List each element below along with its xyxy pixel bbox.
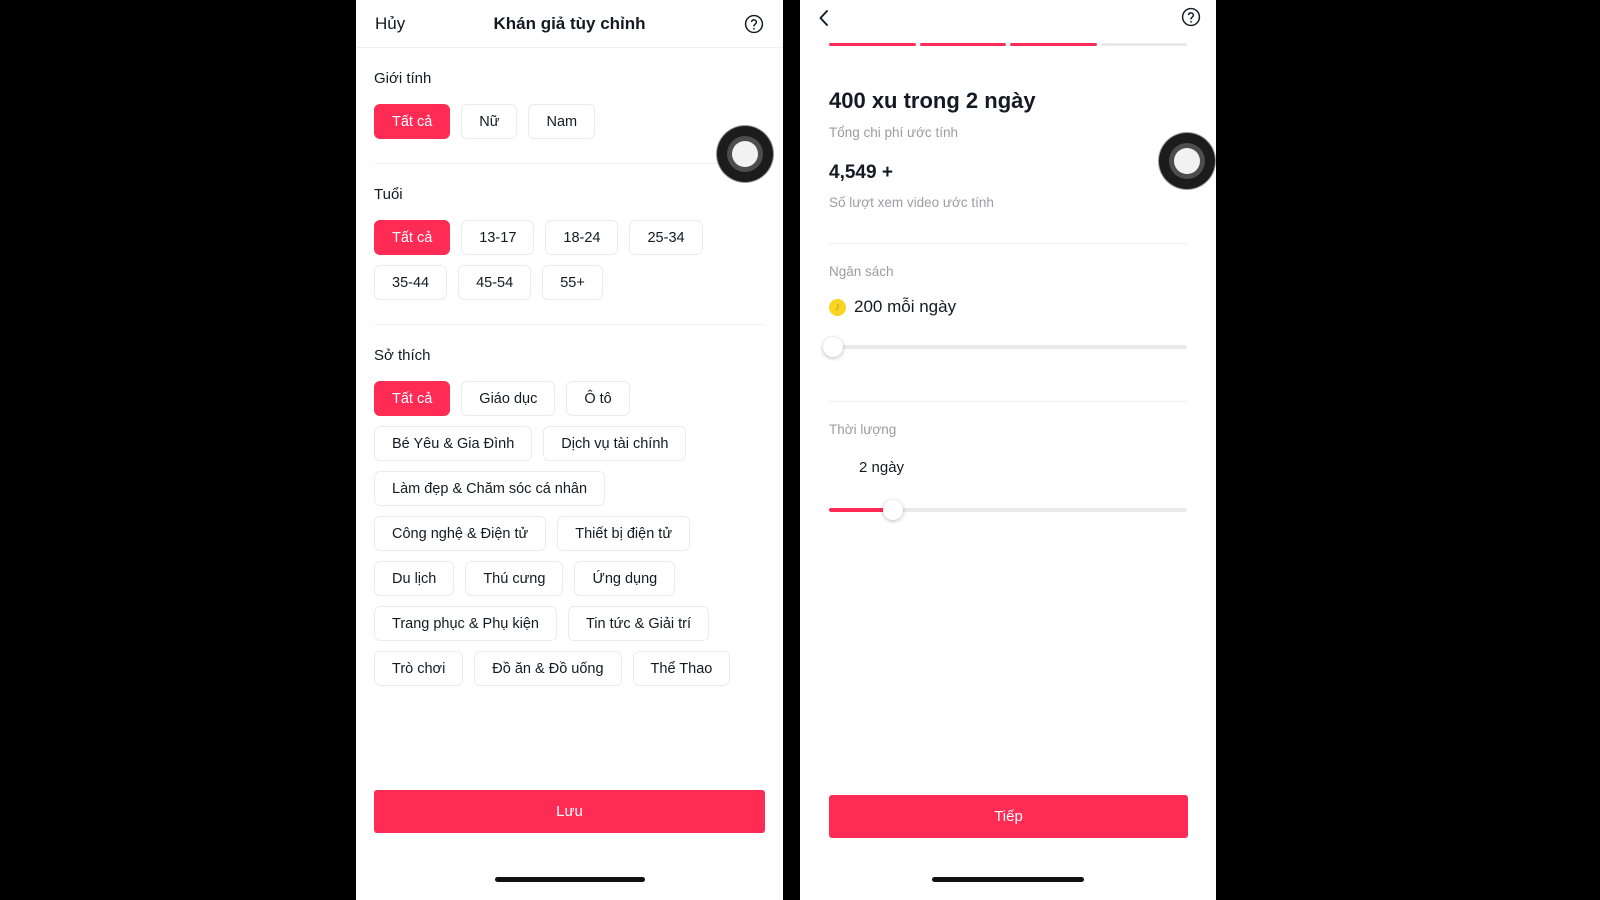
estimated-views-caption: Số lượt xem video ước tính xyxy=(829,195,994,210)
progress-segment-4 xyxy=(1100,43,1187,46)
budget-slider-track xyxy=(829,345,1187,349)
interest-options: Tất cả Giáo dục Ô tô Bé Yêu & Gia Đình D… xyxy=(374,381,765,686)
chip-interest-food-drink[interactable]: Đồ ăn & Đồ uống xyxy=(474,651,622,686)
right-nav-bar xyxy=(800,0,1216,38)
budget-slider-thumb[interactable] xyxy=(823,337,843,357)
section-age: Tuổi Tất cả 13-17 18-24 25-34 35-44 45-5… xyxy=(356,186,783,300)
chip-interest-apparel-accessories[interactable]: Trang phục & Phụ kiện xyxy=(374,606,557,641)
home-indicator xyxy=(495,877,645,882)
chip-interest-all[interactable]: Tất cả xyxy=(374,381,451,416)
duration-slider[interactable] xyxy=(829,500,1187,520)
help-circle-icon[interactable] xyxy=(1180,6,1202,28)
budget-value: 200 mỗi ngày xyxy=(854,297,957,316)
chip-gender-all[interactable]: Tất cả xyxy=(374,104,451,139)
section-gender-title: Giới tính xyxy=(374,70,432,87)
chip-gender-female[interactable]: Nữ xyxy=(461,104,518,139)
page-title: Khán giả tùy chỉnh xyxy=(493,13,646,33)
chip-age-all[interactable]: Tất cả xyxy=(374,220,451,255)
section-interests: Sở thích Tất cả Giáo dục Ô tô Bé Yêu & G… xyxy=(356,347,783,686)
duration-label: Thời lượng xyxy=(829,422,897,437)
chip-interest-pets[interactable]: Thú cưng xyxy=(465,561,564,596)
screen: Hủy Khán giả tùy chỉnh Giới tính Tất cả … xyxy=(0,0,1600,900)
next-button[interactable]: Tiếp xyxy=(829,795,1188,838)
budget-label: Ngân sách xyxy=(829,264,894,279)
chip-interest-apps[interactable]: Ứng dụng xyxy=(574,561,676,596)
duration-value: 2 ngày xyxy=(859,459,905,476)
chip-age-55-plus[interactable]: 55+ xyxy=(542,265,603,300)
section-interests-title: Sở thích xyxy=(374,347,431,364)
campaign-budget-panel: 400 xu trong 2 ngày Tổng chi phí ước tín… xyxy=(800,0,1216,900)
chip-interest-sports[interactable]: Thể Thao xyxy=(632,651,731,686)
chip-age-13-17[interactable]: 13-17 xyxy=(461,220,535,255)
progress-segment-2 xyxy=(919,43,1006,46)
touch-indicator-right xyxy=(1159,133,1215,189)
budget-value-row: ♪ 200 mỗi ngày xyxy=(829,297,1187,317)
custom-audience-panel: Hủy Khán giả tùy chỉnh Giới tính Tất cả … xyxy=(356,0,783,900)
touch-indicator-left xyxy=(717,126,773,182)
chip-interest-beauty-personal-care[interactable]: Làm đẹp & Chăm sóc cá nhân xyxy=(374,471,606,506)
chip-age-45-54[interactable]: 45-54 xyxy=(458,265,532,300)
divider-age-interests xyxy=(374,324,765,325)
chip-interest-electronic-devices[interactable]: Thiết bị điện tử xyxy=(557,516,691,551)
estimated-views-value: 4,549 + xyxy=(829,162,893,183)
progress-segment-1 xyxy=(829,43,916,46)
help-circle-icon[interactable] xyxy=(743,13,765,35)
chip-interest-news-entertainment[interactable]: Tin tức & Giải trí xyxy=(567,606,710,641)
section-gender: Giới tính Tất cả Nữ Nam xyxy=(356,70,783,139)
chip-age-35-44[interactable]: 35-44 xyxy=(374,265,448,300)
chip-interest-tech-electronics[interactable]: Công nghệ & Điện tử xyxy=(374,516,547,551)
chip-interest-baby-family[interactable]: Bé Yêu & Gia Đình xyxy=(374,426,533,461)
divider-budget-duration xyxy=(829,401,1187,402)
chevron-left-icon[interactable] xyxy=(812,6,836,30)
budget-slider[interactable] xyxy=(823,337,1187,357)
right-panel-body: 400 xu trong 2 ngày Tổng chi phí ước tín… xyxy=(800,88,1216,520)
chip-interest-travel[interactable]: Du lịch xyxy=(374,561,455,596)
coin-icon: ♪ xyxy=(829,298,846,316)
divider-summary-budget xyxy=(829,243,1187,244)
chip-interest-auto[interactable]: Ô tô xyxy=(566,381,630,416)
chip-interest-games[interactable]: Trò chơi xyxy=(374,651,464,686)
section-age-title: Tuổi xyxy=(374,186,403,203)
chip-interest-education[interactable]: Giáo dục xyxy=(461,381,556,416)
estimated-cost-headline: 400 xu trong 2 ngày xyxy=(829,88,1036,113)
cancel-button[interactable]: Hủy xyxy=(375,14,405,34)
estimated-cost-caption: Tổng chi phí ước tính xyxy=(829,125,958,140)
step-progress-bar xyxy=(800,43,1216,46)
home-indicator xyxy=(932,877,1084,882)
progress-segment-3 xyxy=(1010,43,1097,46)
chip-interest-financial-services[interactable]: Dịch vụ tài chính xyxy=(543,426,687,461)
chip-age-18-24[interactable]: 18-24 xyxy=(545,220,619,255)
save-button[interactable]: Lưu xyxy=(374,790,765,833)
divider-gender-age xyxy=(374,163,765,164)
chip-gender-male[interactable]: Nam xyxy=(528,104,596,139)
chip-age-25-34[interactable]: 25-34 xyxy=(629,220,703,255)
age-options: Tất cả 13-17 18-24 25-34 35-44 45-54 55+ xyxy=(374,220,765,300)
duration-slider-thumb[interactable] xyxy=(883,500,904,520)
gender-options: Tất cả Nữ Nam xyxy=(374,104,765,139)
left-nav-bar: Hủy Khán giả tùy chỉnh xyxy=(356,0,783,48)
